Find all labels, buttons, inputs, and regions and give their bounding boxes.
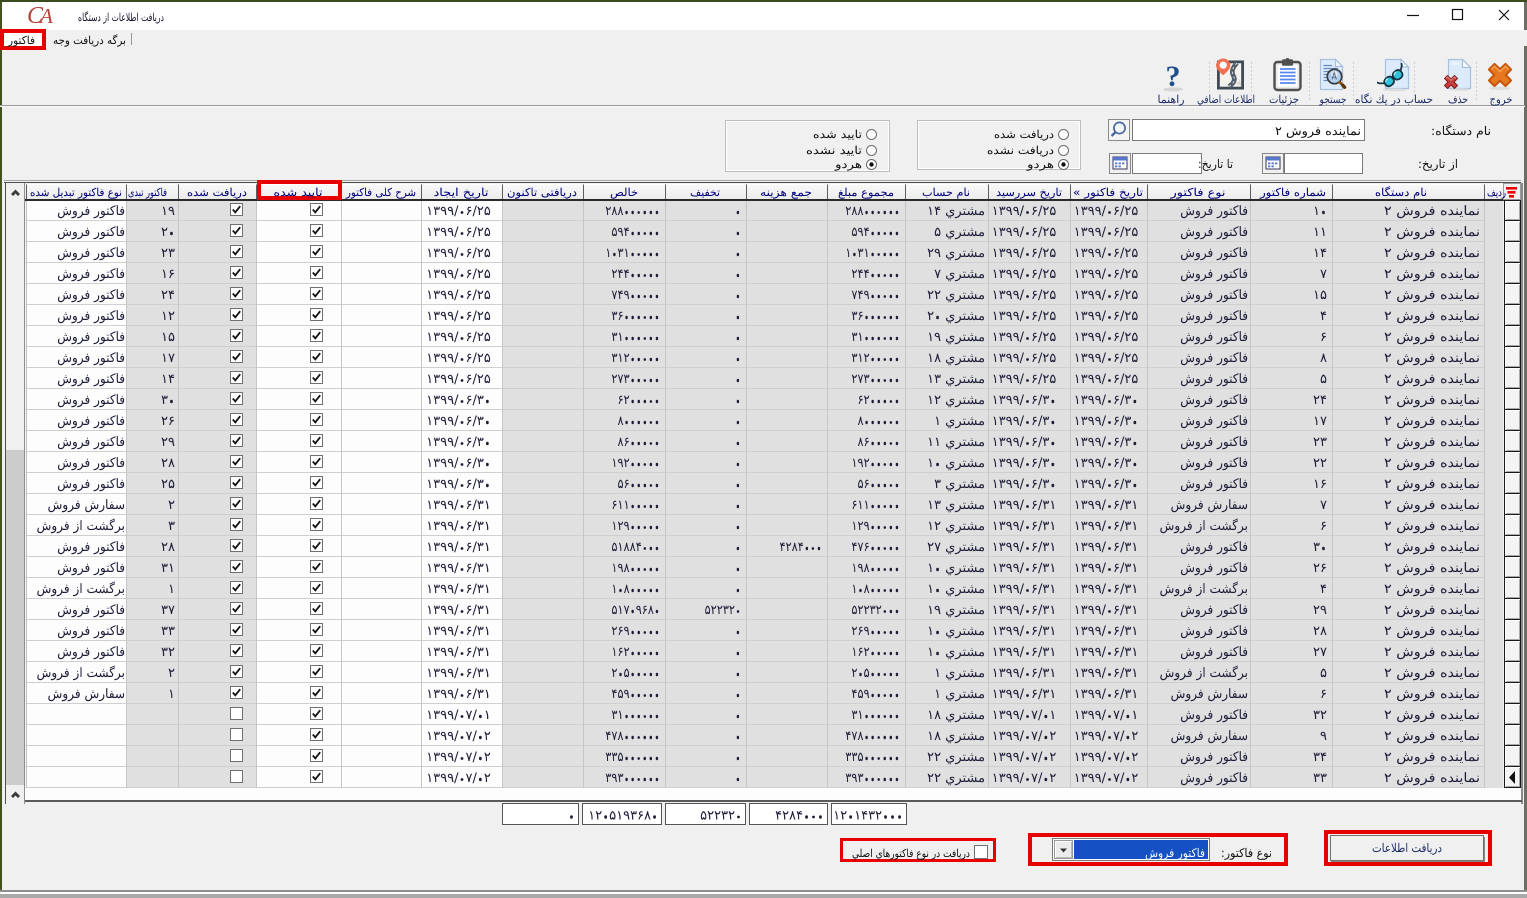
svg-text:?: ? [1166, 60, 1181, 93]
